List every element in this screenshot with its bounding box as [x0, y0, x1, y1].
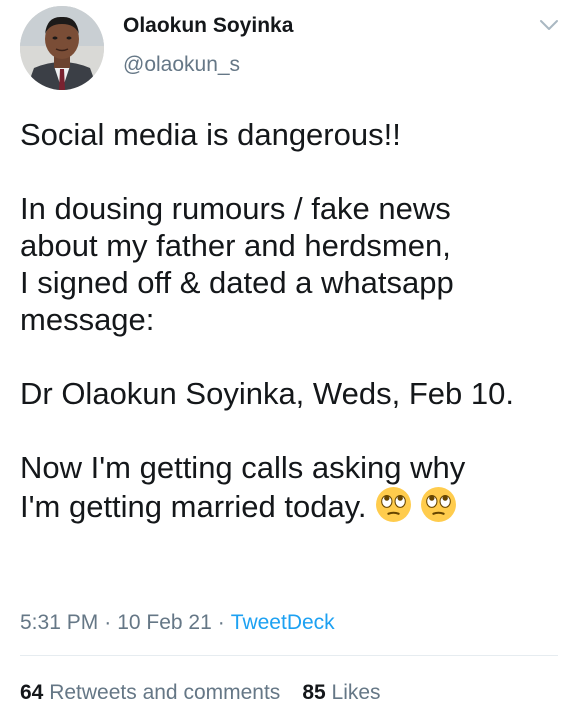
tweet-line-last: I'm getting married today. [20, 486, 565, 525]
avatar-photo [20, 6, 104, 90]
likes-label: Likes [331, 681, 381, 704]
tweet-line: I signed off & dated a whatsapp [20, 265, 454, 300]
tweet-line [20, 153, 565, 190]
tweet-line [20, 338, 565, 375]
author-display-name[interactable]: Olaokun Soyinka [123, 14, 293, 38]
tweet-line: Social media is dangerous!! [20, 117, 401, 152]
retweets-label: Retweets and comments [49, 681, 281, 704]
tweet-line: Now I'm getting calls asking why [20, 450, 466, 485]
face-with-rolling-eyes-emoji [375, 486, 412, 523]
tweet-line [20, 412, 565, 449]
author-handle[interactable]: @olaokun_s [123, 53, 240, 77]
tweet-line-text: I'm getting married today. [20, 489, 367, 524]
meta-separator: · [104, 611, 112, 634]
divider [20, 655, 558, 656]
tweet-text: Social media is dangerous!! In dousing r… [20, 116, 565, 525]
tweet-line: about my father and herdsmen, [20, 228, 451, 263]
tweet-date[interactable]: 10 Feb 21 [117, 611, 212, 634]
tweet-line: In dousing rumours / fake news [20, 191, 451, 226]
chevron-down-icon[interactable] [536, 14, 562, 36]
tweet-meta: 5:31 PM · 10 Feb 21 · TweetDeck [20, 611, 335, 635]
likes-stat[interactable]: 85 Likes [302, 681, 380, 704]
retweets-stat[interactable]: 64 Retweets and comments [20, 681, 280, 704]
tweet-line: message: [20, 302, 155, 337]
avatar[interactable] [20, 6, 104, 90]
tweet-line: Dr Olaokun Soyinka, Weds, Feb 10. [20, 376, 514, 411]
retweets-count: 64 [20, 681, 44, 704]
tweet-stats: 64 Retweets and comments 85 Likes [20, 681, 381, 705]
tweet-time[interactable]: 5:31 PM [20, 611, 98, 634]
likes-count: 85 [302, 681, 326, 704]
tweet-source-link[interactable]: TweetDeck [231, 611, 335, 634]
face-with-rolling-eyes-emoji [420, 486, 457, 523]
meta-separator: · [217, 611, 225, 634]
tweet: Olaokun Soyinka @olaokun_s Social media … [0, 0, 578, 720]
